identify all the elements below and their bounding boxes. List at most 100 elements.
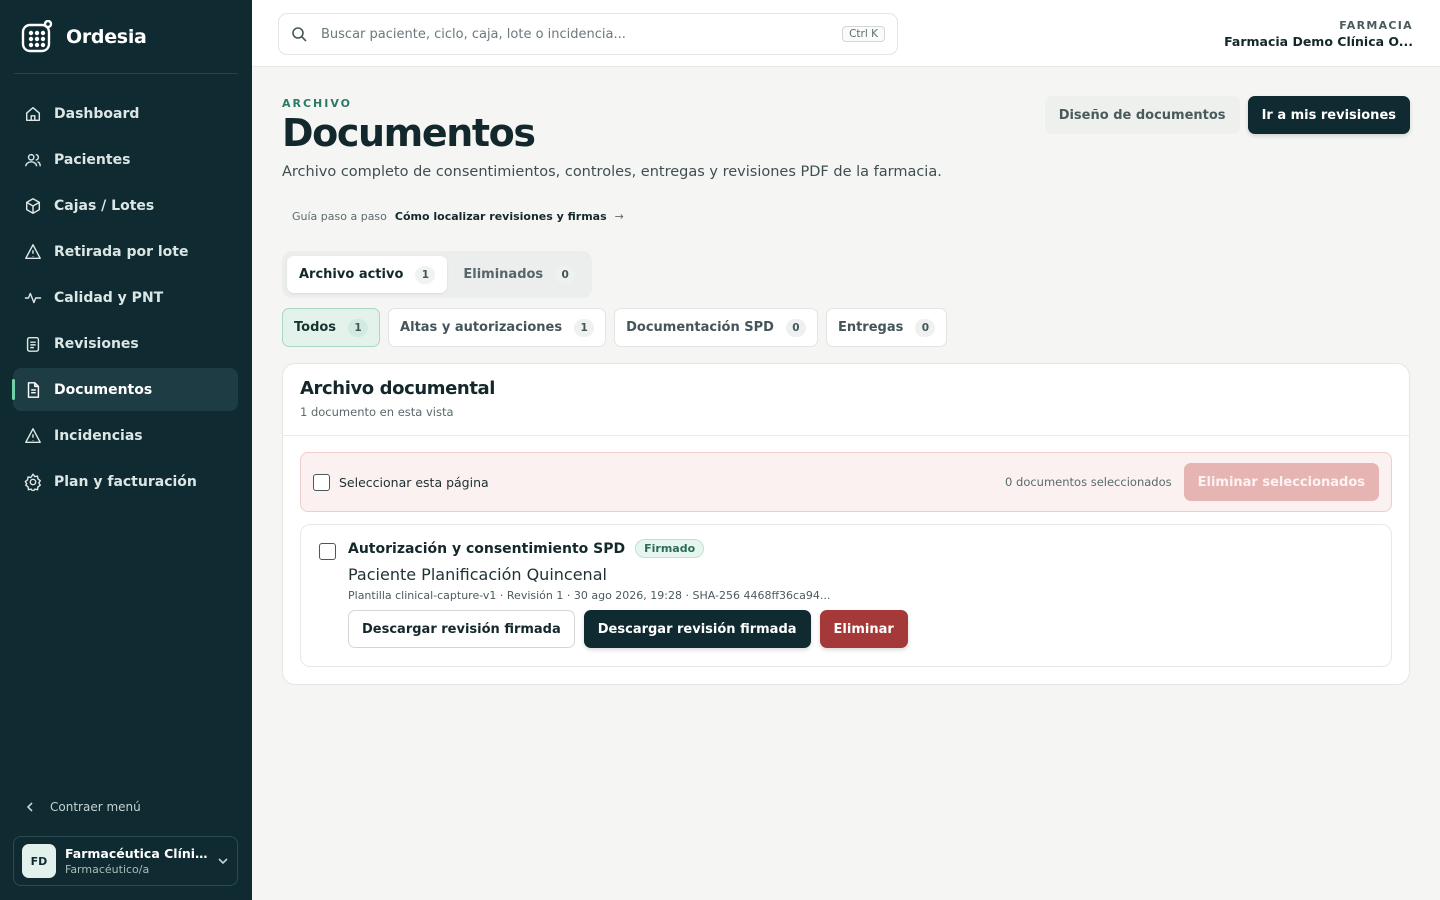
- topbar: Ctrl K FARMACIA Farmacia Demo Clínica O.…: [252, 0, 1440, 67]
- sidebar-item-incidencias[interactable]: Incidencias: [13, 414, 238, 457]
- pulse-icon: [24, 292, 42, 303]
- sidebar-item-plan-facturacion[interactable]: Plan y facturación: [13, 460, 238, 503]
- filter-todos[interactable]: Todos 1: [282, 308, 381, 347]
- download-signed-button[interactable]: Descargar revisión firmada: [583, 610, 811, 648]
- page-description: Archivo completo de consentimientos, con…: [282, 164, 942, 180]
- user-menu[interactable]: FD Farmacéutica Clínica Demo Farmacéutic…: [13, 836, 238, 886]
- sidebar-item-dashboard[interactable]: Dashboard: [13, 92, 238, 135]
- filter-documentacion-spd[interactable]: Documentación SPD 0: [614, 308, 818, 347]
- sidebar-item-label: Incidencias: [54, 427, 143, 444]
- guide-prefix: Guía paso a paso: [292, 210, 387, 223]
- document-actions: Descargar revisión firmada Descargar rev…: [348, 610, 908, 648]
- selected-count: 0 documentos seleccionados: [1005, 475, 1172, 489]
- sidebar-item-retirada-lote[interactable]: Retirada por lote: [13, 230, 238, 273]
- filter-count: 1: [574, 318, 595, 337]
- box-icon: [25, 197, 41, 214]
- card-subtitle: 1 documento en esta vista: [300, 405, 454, 419]
- filter-altas-autorizaciones[interactable]: Altas y autorizaciones 1: [388, 308, 607, 347]
- avatar: FD: [22, 844, 56, 878]
- status-badge: Firmado: [635, 539, 705, 558]
- tab-count: 1: [415, 265, 436, 284]
- users-icon: [25, 153, 41, 166]
- tenant-switcher[interactable]: FARMACIA Farmacia Demo Clínica O...: [1224, 19, 1413, 49]
- tab-eliminados[interactable]: Eliminados 0: [451, 256, 587, 293]
- filter-entregas[interactable]: Entregas 0: [825, 308, 948, 347]
- user-name: Farmacéutica Clínica Demo: [65, 846, 208, 861]
- category-filters: Todos 1 Altas y autorizaciones 1 Documen…: [282, 308, 948, 347]
- sidebar-item-revisiones[interactable]: Revisiones: [13, 322, 238, 365]
- page-actions: Diseño de documentos Ir a mis revisiones: [1044, 96, 1410, 134]
- sidebar-item-cajas-lotes[interactable]: Cajas / Lotes: [13, 184, 238, 227]
- filter-count: 1: [348, 318, 369, 337]
- document-patient: Paciente Planificación Quincenal: [348, 565, 607, 584]
- collapse-menu-button[interactable]: Contraer menú: [24, 800, 141, 814]
- bulk-actions-bar: Seleccionar esta página 0 documentos sel…: [300, 452, 1392, 512]
- delete-selected-button[interactable]: Eliminar seleccionados: [1183, 463, 1379, 501]
- sidebar-item-label: Cajas / Lotes: [54, 197, 155, 214]
- settings-icon: [24, 472, 42, 491]
- clipboard-icon: [26, 336, 40, 352]
- sidebar-item-label: Pacientes: [54, 151, 131, 168]
- chevron-left-icon: [26, 802, 33, 812]
- document-meta: Plantilla clinical-capture-v1 · Revisión…: [348, 589, 831, 602]
- search-input[interactable]: [321, 26, 843, 42]
- document-checkbox[interactable]: [319, 543, 336, 560]
- filter-label: Altas y autorizaciones: [400, 320, 563, 335]
- warning-icon: [25, 243, 41, 259]
- guide-link[interactable]: Cómo localizar revisiones y firmas: [395, 210, 607, 223]
- sidebar-item-label: Documentos: [54, 381, 153, 398]
- app-name: Ordesia: [66, 26, 147, 48]
- sidebar-item-label: Retirada por lote: [54, 243, 189, 260]
- search-shortcut: Ctrl K: [842, 26, 885, 42]
- card-title: Archivo documental: [300, 378, 496, 399]
- sidebar-item-label: Revisiones: [54, 335, 139, 352]
- sidebar-item-label: Dashboard: [54, 105, 140, 122]
- select-page-label[interactable]: Seleccionar esta página: [339, 475, 489, 490]
- my-reviews-button[interactable]: Ir a mis revisiones: [1247, 96, 1410, 134]
- arrow-right-icon[interactable]: →: [615, 210, 624, 223]
- brand[interactable]: Ordesia: [20, 20, 147, 54]
- card-header: Archivo documental 1 documento en esta v…: [283, 364, 1409, 436]
- user-role: Farmacéutico/a: [65, 863, 150, 876]
- sidebar: Ordesia Dashboard Pacientes Cajas / Lote…: [0, 0, 252, 900]
- tab-label: Eliminados: [463, 267, 544, 282]
- tab-count: 0: [555, 265, 576, 284]
- tab-label: Archivo activo: [299, 267, 404, 282]
- filter-label: Entregas: [837, 320, 904, 335]
- list-item: Autorización y consentimiento SPD Firmad…: [300, 524, 1392, 667]
- home-icon: [25, 106, 41, 121]
- global-search[interactable]: Ctrl K: [278, 13, 898, 55]
- sidebar-nav: Dashboard Pacientes Cajas / Lotes Retira…: [12, 92, 238, 506]
- user-info: Farmacéutica Clínica Demo Farmacéutico/a: [65, 846, 208, 876]
- document-title-row: Autorización y consentimiento SPD Firmad…: [348, 539, 908, 558]
- sidebar-item-calidad-pnt[interactable]: Calidad y PNT: [13, 276, 238, 319]
- sidebar-item-pacientes[interactable]: Pacientes: [13, 138, 238, 181]
- delete-document-button[interactable]: Eliminar: [819, 610, 908, 648]
- filter-label: Todos: [294, 320, 337, 335]
- archive-tabs: Archivo activo 1 Eliminados 0: [282, 251, 593, 298]
- tenant-name: Farmacia Demo Clínica O...: [1224, 34, 1413, 49]
- document-icon: [27, 381, 40, 398]
- select-page-checkbox[interactable]: [313, 473, 330, 491]
- grid-logo-icon: [21, 20, 53, 53]
- document-design-button[interactable]: Diseño de documentos: [1044, 96, 1240, 134]
- sidebar-divider: [14, 73, 238, 74]
- sidebar-item-label: Plan y facturación: [54, 473, 197, 490]
- page-title: Documentos: [282, 111, 536, 155]
- filter-count: 0: [785, 318, 806, 337]
- tenant-label: FARMACIA: [1339, 19, 1413, 32]
- sidebar-item-label: Calidad y PNT: [54, 289, 164, 306]
- collapse-menu-label: Contraer menú: [50, 800, 141, 814]
- document-archive-card: Archivo documental 1 documento en esta v…: [282, 363, 1410, 685]
- sidebar-item-documentos[interactable]: Documentos: [12, 368, 238, 411]
- guide-hint: Guía paso a paso Cómo localizar revision…: [292, 210, 624, 223]
- tab-archivo-activo[interactable]: Archivo activo 1: [287, 256, 448, 293]
- filter-label: Documentación SPD: [626, 320, 774, 335]
- filter-count: 0: [915, 318, 936, 337]
- page-eyebrow: ARCHIVO: [282, 97, 353, 110]
- download-signed-outline-button[interactable]: Descargar revisión firmada: [348, 610, 575, 648]
- chevron-down-icon: [218, 858, 228, 865]
- document-body: Autorización y consentimiento SPD Firmad…: [348, 539, 908, 648]
- warning-icon: [25, 427, 41, 443]
- search-icon: [292, 27, 307, 42]
